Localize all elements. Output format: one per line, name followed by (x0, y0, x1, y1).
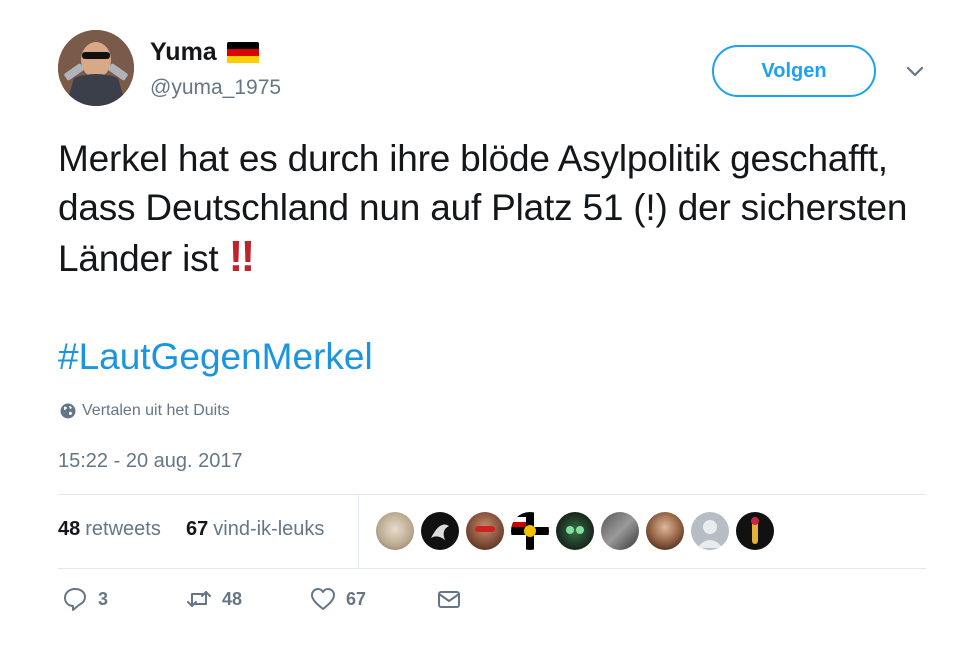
retweet-count: 48 (222, 588, 243, 609)
author-display-name[interactable]: Yuma (150, 38, 259, 67)
engagement-stats: 48 retweets 67 vind-ik-leuks (58, 494, 926, 568)
likes-count: 67 (186, 518, 209, 540)
tweet-actions: 3 48 67 (58, 586, 926, 622)
likes-label: vind-ik-leuks (213, 518, 325, 540)
retweet-button[interactable]: 48 (186, 586, 242, 612)
likes-stat[interactable]: 67 vind-ik-leuks (186, 518, 324, 541)
reply-icon (64, 588, 86, 611)
retweet-icon (187, 591, 211, 607)
liker-avatar[interactable] (376, 512, 414, 550)
hashtag-link[interactable]: #LautGegenMerkel (58, 336, 373, 378)
tweet-text: Merkel hat es durch ihre blöde Asylpolit… (58, 134, 948, 283)
liker-avatar[interactable] (646, 512, 684, 550)
chevron-down-icon[interactable] (904, 62, 926, 82)
liker-avatar[interactable] (511, 512, 549, 550)
author-avatar[interactable] (58, 30, 134, 106)
liker-avatar[interactable] (556, 512, 594, 550)
liker-avatar[interactable] (691, 512, 729, 550)
divider (58, 568, 926, 569)
follow-button[interactable]: Volgen (712, 45, 876, 97)
retweets-count: 48 (58, 518, 81, 540)
liker-avatar[interactable] (601, 512, 639, 550)
author-name-text[interactable]: Yuma (150, 38, 217, 67)
globe-icon (60, 403, 76, 419)
liker-avatar[interactable] (421, 512, 459, 550)
tweet-card: Yuma @yuma_1975 Volgen Merkel hat es dur… (0, 0, 976, 656)
double-exclamation-emoji: ‼ (228, 232, 255, 281)
direct-message-button[interactable] (436, 586, 472, 612)
liker-avatars (376, 512, 781, 550)
envelope-icon (438, 591, 460, 608)
like-button[interactable]: 67 (310, 586, 366, 612)
like-count: 67 (346, 588, 367, 609)
heart-icon (311, 588, 335, 610)
translate-label[interactable]: Vertalen uit het Duits (82, 402, 230, 420)
retweets-label: retweets (85, 518, 161, 540)
retweets-stat[interactable]: 48 retweets (58, 518, 161, 541)
reply-button[interactable]: 3 (62, 586, 108, 612)
translate-link[interactable]: Vertalen uit het Duits (60, 402, 230, 420)
tweet-body: Merkel hat es durch ihre blöde Asylpolit… (58, 138, 908, 279)
reply-count: 3 (98, 588, 109, 609)
liker-avatar[interactable] (736, 512, 774, 550)
germany-flag-icon (226, 41, 259, 64)
liker-avatar[interactable] (466, 512, 504, 550)
author-handle[interactable]: @yuma_1975 (150, 76, 281, 100)
tweet-timestamp[interactable]: 15:22 - 20 aug. 2017 (58, 450, 243, 473)
stats-separator (358, 494, 359, 568)
